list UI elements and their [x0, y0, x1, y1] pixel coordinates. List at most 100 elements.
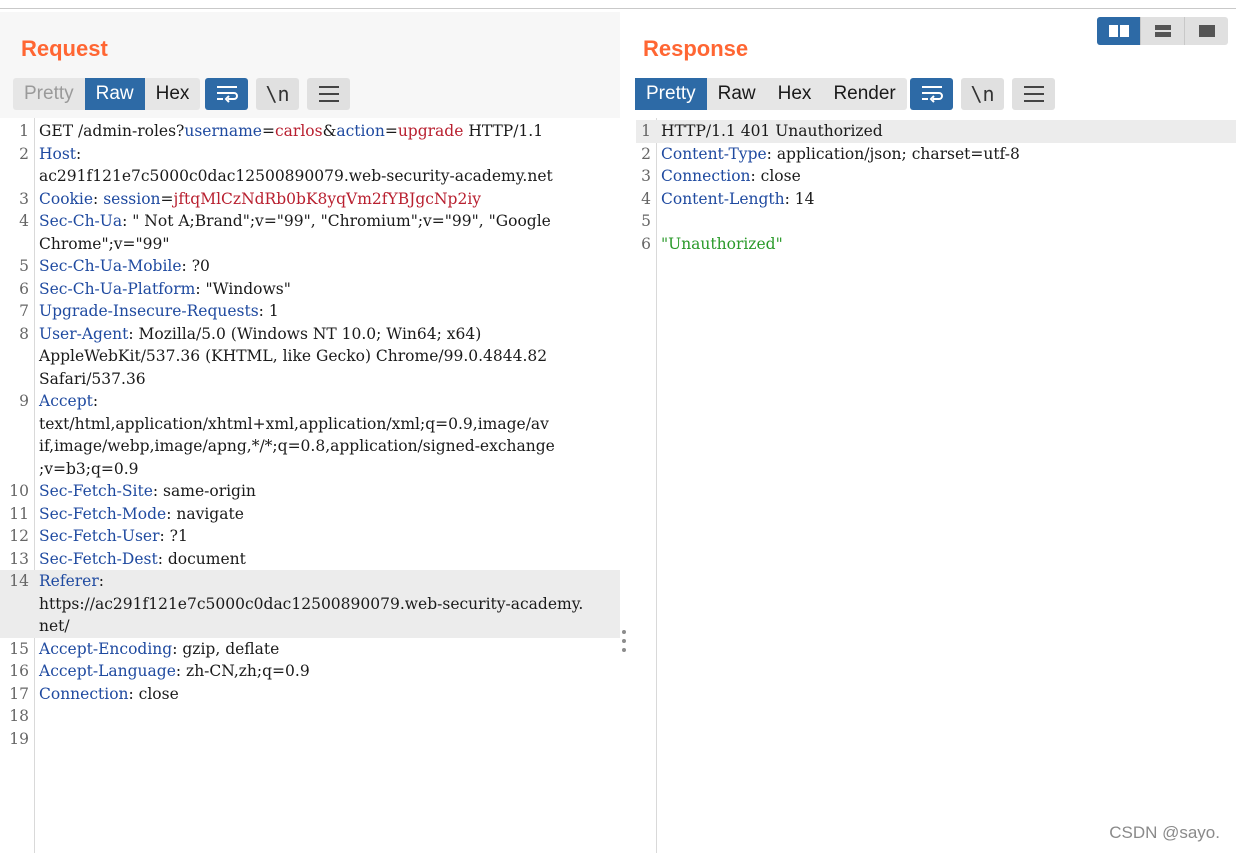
response-title: Response	[643, 36, 749, 61]
stacked-icon	[1154, 25, 1171, 37]
line-content: Host: ac291f121e7c5000c0dac12500890079.w…	[39, 144, 553, 186]
request-tab-pretty[interactable]: Pretty	[13, 78, 85, 110]
line-content: Content-Length: 14	[661, 189, 815, 208]
line-content: Sec-Fetch-User: ?1	[39, 527, 188, 545]
request-line: 2 Host: ac291f121e7c5000c0dac12500890079.…	[0, 143, 620, 188]
line-content: User-Agent: Mozilla/5.0 (Windows NT 10.0…	[39, 324, 548, 388]
line-number: 5	[641, 212, 651, 230]
line-number: 13	[9, 549, 29, 568]
request-line: 17 Connection: close	[0, 683, 620, 706]
request-line: 11 Sec-Fetch-Mode: navigate	[0, 503, 620, 526]
response-tab-raw[interactable]: Raw	[707, 78, 767, 110]
response-menu-button[interactable]	[1012, 78, 1055, 110]
line-content: Accept-Language: zh-CN,zh;q=0.9	[39, 662, 310, 680]
newline-icon: \n	[265, 82, 290, 106]
line-content: ​	[661, 210, 1228, 233]
line-content: HTTP/1.1 401 Unauthorized	[661, 122, 883, 140]
side-by-side-icon	[1108, 25, 1129, 37]
request-line: 18 ​	[0, 705, 620, 728]
response-tab-hex[interactable]: Hex	[767, 78, 823, 110]
response-tabs: Pretty Raw Hex Render	[635, 78, 907, 110]
line-content: GET /admin-roles?username=carlos&action=…	[39, 122, 544, 140]
line-number: 1	[19, 122, 29, 140]
line-number: 18	[9, 707, 29, 725]
response-line: 3 Connection: close	[636, 165, 1236, 188]
layout-stacked-button[interactable]	[1141, 17, 1185, 45]
wrap-icon	[921, 86, 943, 103]
request-line: 7 Upgrade-Insecure-Requests: 1	[0, 300, 620, 323]
menu-icon	[1023, 86, 1044, 102]
request-tab-hex[interactable]: Hex	[145, 78, 201, 110]
line-content: Sec-Ch-Ua-Platform: "Windows"	[39, 279, 291, 298]
line-content: Cookie: session=jftqMlCzNdRb0bK8yqVm2fYB…	[39, 189, 482, 208]
response-editor[interactable]: 1 HTTP/1.1 401 Unauthorized 2 Content-Type:…	[636, 118, 1236, 853]
line-content: ​	[39, 728, 605, 751]
layout-toggle	[1097, 17, 1228, 45]
line-number: 2	[641, 144, 651, 163]
request-line: 1 GET /admin-roles?username=carlos&action…	[0, 120, 620, 143]
line-number: 14	[9, 572, 29, 590]
request-line: 9 Accept: text/html,application/xhtml+xml…	[0, 390, 620, 480]
line-number: 6	[641, 234, 651, 253]
line-number: 12	[9, 527, 29, 545]
line-content: Upgrade-Insecure-Requests: 1	[39, 302, 279, 320]
line-content: Content-Type: application/json; charset=…	[661, 144, 1020, 163]
request-editor[interactable]: 1 GET /admin-roles?username=carlos&action…	[0, 118, 620, 853]
request-line: 5 Sec-Ch-Ua-Mobile: ?0	[0, 255, 620, 278]
request-line: 16 Accept-Language: zh-CN,zh;q=0.9	[0, 660, 620, 683]
response-tab-pretty[interactable]: Pretty	[635, 78, 707, 110]
request-line: 3 Cookie: session=jftqMlCzNdRb0bK8yqVm2fY…	[0, 188, 620, 211]
line-content: "Unauthorized"	[661, 234, 783, 253]
line-content: Connection: close	[39, 684, 179, 703]
line-number: 2	[19, 144, 29, 163]
line-content: Sec-Fetch-Site: same-origin	[39, 482, 256, 500]
line-number: 5	[19, 257, 29, 275]
line-number: 8	[19, 324, 29, 343]
request-line: 4 Sec-Ch-Ua: " Not A;Brand";v="99", "Chro…	[0, 210, 620, 255]
response-line: 2 Content-Type: application/json; charset…	[636, 143, 1236, 166]
line-number: 9	[19, 392, 29, 410]
menu-icon	[318, 86, 339, 102]
line-number: 4	[641, 189, 651, 208]
response-tab-render[interactable]: Render	[822, 78, 906, 110]
watermark: CSDN @sayo.	[1109, 823, 1220, 842]
line-content: ​	[39, 705, 605, 728]
line-number: 3	[19, 189, 29, 208]
line-number: 16	[9, 662, 29, 680]
request-newline-button[interactable]: \n	[256, 78, 299, 110]
request-line: 6 Sec-Ch-Ua-Platform: "Windows"	[0, 278, 620, 301]
response-wrap-button[interactable]	[910, 78, 953, 110]
line-number: 6	[19, 279, 29, 298]
top-border	[0, 8, 1236, 9]
line-number: 3	[641, 167, 651, 185]
line-content: Connection: close	[661, 167, 801, 185]
line-content: Sec-Fetch-Mode: navigate	[39, 504, 244, 523]
line-content: Referer: https://ac291f121e7c5000c0dac12…	[39, 572, 584, 635]
line-number: 7	[19, 302, 29, 320]
response-newline-button[interactable]: \n	[961, 78, 1004, 110]
request-line: 12 Sec-Fetch-User: ?1	[0, 525, 620, 548]
response-line: 5​	[636, 210, 1236, 233]
response-line: 6 "Unauthorized"	[636, 233, 1236, 256]
line-content: Sec-Ch-Ua: " Not A;Brand";v="99", "Chrom…	[39, 212, 551, 253]
request-line: 15 Accept-Encoding: gzip, deflate	[0, 638, 620, 661]
line-content: Accept: text/html,application/xhtml+xml,…	[39, 392, 555, 478]
line-number: 11	[9, 504, 29, 523]
request-wrap-button[interactable]	[205, 78, 248, 110]
response-line: 1 HTTP/1.1 401 Unauthorized	[636, 120, 1236, 143]
response-lines: 1 HTTP/1.1 401 Unauthorized 2 Content-Type:…	[636, 120, 1236, 255]
request-title: Request	[21, 36, 108, 61]
request-lines: 1 GET /admin-roles?username=carlos&action…	[0, 120, 620, 750]
request-menu-button[interactable]	[307, 78, 350, 110]
request-line: 14 Referer: https://ac291f121e7c5000c0dac…	[0, 570, 620, 638]
request-line: 8 User-Agent: Mozilla/5.0 (Windows NT 10.…	[0, 323, 620, 391]
request-line: 13 Sec-Fetch-Dest: document	[0, 548, 620, 571]
pane-splitter-handle[interactable]	[621, 630, 627, 652]
request-line: 10 Sec-Fetch-Site: same-origin	[0, 480, 620, 503]
layout-side-by-side-button[interactable]	[1097, 17, 1141, 45]
wrap-icon	[216, 86, 238, 103]
line-number: 15	[9, 639, 29, 658]
layout-single-button[interactable]	[1185, 17, 1228, 45]
request-tab-raw[interactable]: Raw	[84, 78, 145, 110]
line-number: 1	[641, 122, 651, 140]
